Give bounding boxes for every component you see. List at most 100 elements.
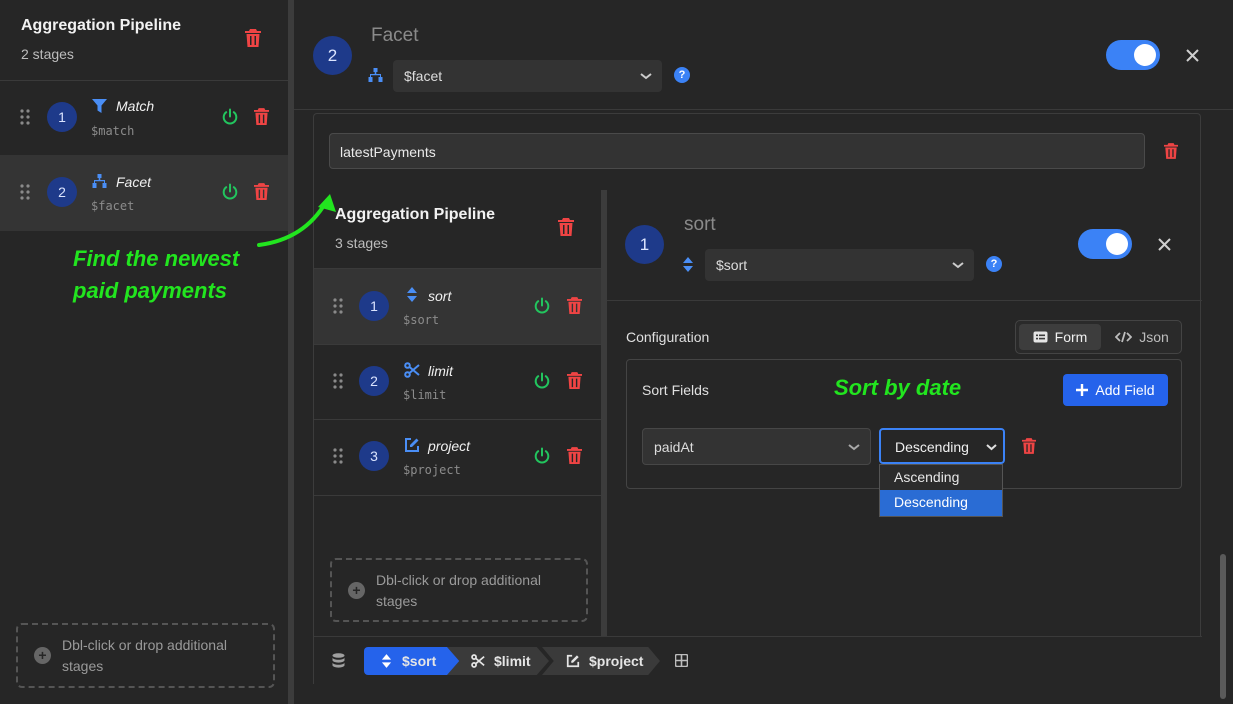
dropzone-text: Dbl-click or drop additional stages [62,637,227,674]
stage-name: Facet [116,174,152,190]
sort-icon [683,257,693,272]
stage-operator: $limit [403,388,447,402]
power-icon[interactable] [221,108,239,126]
operator-select[interactable]: $facet [393,60,662,92]
option-descending[interactable]: Descending [880,490,1002,516]
inner-stage-item-selected[interactable]: 1 sort $sort [314,269,601,344]
stage-enabled-toggle[interactable] [1106,40,1160,70]
plus-icon [1076,384,1089,396]
power-icon[interactable] [533,372,551,390]
table-icon[interactable] [675,654,688,667]
tab-json[interactable]: Json [1104,324,1180,350]
sort-icon [407,287,417,302]
delete-stage-icon[interactable] [254,108,269,125]
dropzone-text: Dbl-click or drop additional stages [376,572,541,609]
help-icon[interactable]: ? [674,67,690,83]
operator-select-value: $facet [404,68,443,84]
database-icon [332,653,345,668]
drag-handle-icon[interactable] [333,373,343,389]
breadcrumb-sort[interactable]: $sort [364,647,464,675]
stage-name: Match [116,98,155,114]
delete-facet-icon[interactable] [1164,143,1178,159]
inner-stage-item[interactable]: 3 project $project [314,420,601,495]
facet-name-value: latestPayments [340,144,436,160]
drag-handle-icon[interactable] [20,109,30,125]
scissors-icon [404,362,420,378]
close-icon[interactable] [1158,238,1171,251]
delete-pipeline-icon[interactable] [245,29,261,47]
stage-number-badge: 2 [313,36,352,75]
operator-select-value: $sort [716,257,748,273]
divider [314,495,601,496]
add-stage-dropzone[interactable]: + Dbl-click or drop additional stages [16,623,275,688]
left-pipeline-title: Aggregation Pipeline [21,17,182,34]
stage-enabled-toggle[interactable] [1078,229,1132,259]
tab-form-label: Form [1054,329,1088,345]
breadcrumb-limit[interactable]: $limit [447,647,549,675]
add-field-button[interactable]: Add Field [1063,374,1168,406]
breadcrumb-project[interactable]: $project [542,647,660,675]
stage-number-badge: 1 [359,291,389,321]
help-icon[interactable]: ? [986,256,1002,272]
delete-stage-icon[interactable] [567,297,582,314]
drag-handle-icon[interactable] [20,184,30,200]
inner-sidebar: Aggregation Pipeline 3 stages 1 sort $so… [314,190,601,636]
scissors-icon [471,654,485,668]
facet-name-input[interactable]: latestPayments [329,133,1145,169]
breadcrumb-limit-label: $limit [494,653,531,669]
breadcrumb-sort-label: $sort [402,653,437,669]
delete-stage-icon[interactable] [567,372,582,389]
sort-field-select[interactable]: paidAt [642,428,871,465]
form-icon [1033,331,1048,343]
inner-pipeline-title: Aggregation Pipeline [335,206,496,223]
stage-name: limit [428,363,453,379]
hierarchy-icon [92,174,107,188]
pipeline-breadcrumb: $sort $limit $project [314,636,1202,684]
power-icon[interactable] [533,447,551,465]
chevron-down-icon [986,444,997,451]
sort-direction-select[interactable]: Descending [879,428,1005,464]
stage-operator: $project [403,463,461,477]
drag-handle-icon[interactable] [333,448,343,464]
breadcrumb-project-label: $project [589,653,644,669]
close-icon[interactable] [1186,49,1199,62]
stage-number-badge: 1 [47,102,77,132]
add-stage-dropzone[interactable]: + Dbl-click or drop additional stages [330,558,588,622]
left-stage-item-selected[interactable]: 2 Facet $facet [0,155,290,231]
chevron-down-icon [848,443,860,450]
chevron-down-icon [952,262,964,269]
power-icon[interactable] [221,183,239,201]
code-icon [1115,331,1133,343]
delete-pipeline-icon[interactable] [558,218,574,236]
edit-icon [405,438,419,452]
sort-direction-value: Descending [895,439,969,455]
delete-sort-field-icon[interactable] [1022,438,1036,454]
annotation-sort-by-date: Sort by date [834,375,962,400]
stage-operator: $facet [91,199,135,213]
stage-header: 2 Facet $facet ? [294,0,1233,110]
operator-select[interactable]: $sort [705,249,974,281]
inner-stage-item[interactable]: 2 limit $limit [314,345,601,419]
inner-stage-header: 1 sort $sort ? [607,190,1202,301]
tab-form[interactable]: Form [1019,324,1101,350]
view-mode-tabs: Form Json [1015,320,1182,354]
left-pipeline-count: 2 stages [21,46,74,62]
filter-icon [92,99,107,113]
add-field-label: Add Field [1095,382,1155,398]
nested-pipeline-container: Aggregation Pipeline 3 stages 1 sort $so… [313,190,1202,684]
left-sidebar: Aggregation Pipeline 2 stages 1 Match $m… [0,0,290,704]
stage-operator: $match [91,124,135,138]
option-ascending[interactable]: Ascending [880,465,1002,490]
left-stage-item[interactable]: 1 Match $match [0,81,290,155]
chevron-down-icon [640,73,652,80]
stage-number-badge: 3 [359,441,389,471]
sort-direction-options: Ascending Descending [879,464,1003,517]
stage-title: sort [684,214,716,235]
scrollbar-thumb[interactable] [1220,554,1226,699]
power-icon[interactable] [533,297,551,315]
delete-stage-icon[interactable] [567,447,582,464]
plus-icon: + [34,647,51,664]
drag-handle-icon[interactable] [333,298,343,314]
sort-icon [381,654,392,668]
facet-content: latestPayments Aggregation Pipeline 3 st… [294,111,1233,704]
